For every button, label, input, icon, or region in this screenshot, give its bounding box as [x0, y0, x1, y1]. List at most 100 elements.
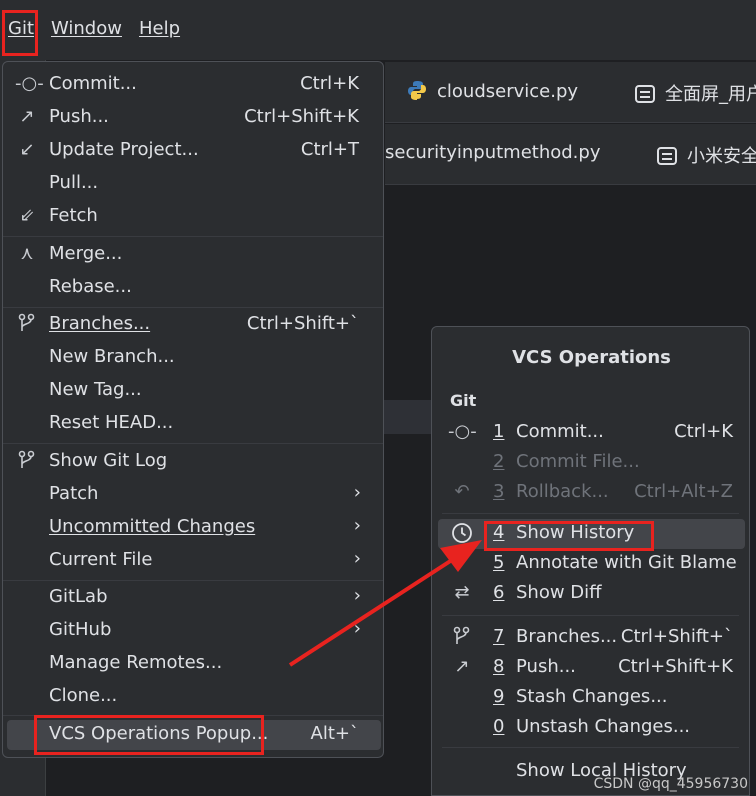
merge-icon: ⋏ — [20, 243, 34, 264]
git-menu-commit-shortcut: Ctrl+K — [300, 73, 359, 94]
git-menu-current-file-label: Current File — [49, 549, 153, 570]
vcs-item-commit[interactable]: -○- 1 Commit... Ctrl+K — [432, 418, 749, 448]
git-menu-clone[interactable]: Clone... — [3, 681, 383, 714]
python-file-icon — [408, 81, 426, 100]
vcs-popup-title: VCS Operations — [512, 347, 671, 368]
git-menu-manage-remotes[interactable]: Manage Remotes... — [3, 648, 383, 681]
git-menu-vcs-operations-popup-shortcut: Alt+` — [310, 723, 359, 744]
tab-securityinputmethod[interactable]: securityinputmethod.py — [385, 142, 600, 163]
vcs-item-shortcut: Ctrl+K — [674, 421, 733, 442]
tab-cloudservice[interactable]: cloudservice.py — [407, 80, 578, 102]
vcs-item-label: Push... — [516, 656, 576, 677]
git-menu-rebase[interactable]: Rebase... — [3, 272, 383, 305]
vcs-item-stash-changes[interactable]: 9 Stash Changes... — [432, 683, 749, 713]
vcs-item-number: 2 — [493, 451, 505, 472]
branch-icon — [448, 626, 476, 651]
editor-tab-row-1: cloudservice.py 全面屏_用户 — [385, 62, 756, 123]
update-arrow-icon: ↙ — [19, 139, 35, 160]
clock-icon — [448, 522, 476, 549]
tab-xiaomi-security-label: 小米安全 — [687, 146, 756, 167]
rollback-icon: ↶ — [454, 481, 470, 502]
diff-arrows-icon: ⇄ — [454, 582, 470, 603]
git-menu-show-git-log[interactable]: Show Git Log — [3, 446, 383, 479]
git-menu-push-label: Push... — [49, 106, 109, 127]
vcs-item-number: 6 — [493, 582, 505, 603]
annotation-box-vcs-popup-item — [34, 715, 264, 755]
chevron-right-icon: › — [353, 515, 361, 536]
git-menu-pull-label: Pull... — [49, 172, 99, 193]
vcs-popup-section-git: Git — [450, 391, 477, 410]
git-menu-push-shortcut: Ctrl+Shift+K — [244, 106, 359, 127]
vcs-item-shortcut: Ctrl+Shift+K — [618, 656, 733, 677]
menu-separator — [442, 513, 739, 514]
vcs-item-commit-file[interactable]: 2 Commit File... — [432, 448, 749, 478]
git-menu-gitlab[interactable]: GitLab › — [3, 582, 383, 615]
git-menu-branches[interactable]: Branches... Ctrl+Shift+` — [3, 309, 383, 342]
branch-icon — [15, 450, 39, 475]
git-menu-github[interactable]: GitHub › — [3, 615, 383, 648]
chevron-right-icon: › — [353, 618, 361, 639]
git-menu-update-project-label: Update Project... — [49, 139, 199, 160]
menu-separator — [3, 236, 383, 237]
vcs-item-show-diff[interactable]: ⇄ 6 Show Diff — [432, 579, 749, 609]
git-menu-fetch[interactable]: ⇙ Fetch — [3, 201, 383, 234]
git-menu-push[interactable]: ↗ Push... Ctrl+Shift+K — [3, 102, 383, 135]
csdn-watermark: CSDN @qq_45956730 — [593, 776, 748, 792]
vcs-item-number: 8 — [493, 656, 505, 677]
vcs-item-number: 1 — [493, 421, 505, 442]
tab-cloudservice-label: cloudservice.py — [437, 81, 579, 102]
menu-separator — [442, 747, 739, 748]
git-menu-branches-shortcut: Ctrl+Shift+` — [246, 313, 359, 334]
push-arrow-icon: ↗ — [19, 106, 35, 127]
menu-separator — [3, 307, 383, 308]
git-menu-new-branch[interactable]: New Branch... — [3, 342, 383, 375]
menu-help[interactable]: Help — [139, 18, 180, 39]
git-menu-commit[interactable]: -○- Commit... Ctrl+K — [3, 69, 383, 102]
vcs-operations-popup: VCS Operations Git -○- 1 Commit... Ctrl+… — [431, 326, 750, 796]
vcs-item-shortcut: Ctrl+Shift+` — [620, 626, 733, 647]
vcs-item-rollback[interactable]: ↶ 3 Rollback... Ctrl+Alt+Z — [432, 478, 749, 508]
menu-window[interactable]: Window — [51, 18, 122, 39]
fetch-icon: ⇙ — [19, 205, 35, 226]
git-menu-patch[interactable]: Patch › — [3, 479, 383, 512]
vcs-item-label: Branches... — [516, 626, 618, 647]
chevron-right-icon: › — [353, 482, 361, 503]
menu-separator — [3, 580, 383, 581]
git-menu-patch-label: Patch — [49, 483, 99, 504]
push-arrow-icon: ↗ — [454, 656, 470, 677]
git-menu-new-tag[interactable]: New Tag... — [3, 375, 383, 408]
git-menu-reset-head[interactable]: Reset HEAD... — [3, 408, 383, 441]
git-menu-branches-label: Branches... — [49, 313, 151, 334]
git-menu-show-git-log-label: Show Git Log — [49, 450, 168, 471]
git-menu-update-project-shortcut: Ctrl+T — [300, 139, 359, 160]
vcs-item-branches[interactable]: 7 Branches... Ctrl+Shift+` — [432, 623, 749, 653]
branch-icon — [15, 313, 39, 338]
git-menu-uncommitted-changes-label: Uncommitted Changes — [49, 516, 256, 537]
vcs-item-number: 5 — [493, 552, 505, 573]
git-menu-current-file[interactable]: Current File › — [3, 545, 383, 578]
chevron-right-icon: › — [353, 548, 361, 569]
vcs-item-number: 0 — [493, 716, 505, 737]
vcs-item-label: Unstash Changes... — [516, 716, 691, 737]
vcs-item-label: Rollback... — [516, 481, 609, 502]
git-menu-reset-head-label: Reset HEAD... — [49, 412, 174, 433]
git-menu-merge-label: Merge... — [49, 243, 123, 264]
annotation-box-git-menu — [2, 10, 38, 56]
vcs-item-annotate[interactable]: 5 Annotate with Git Blame — [432, 549, 749, 579]
vcs-item-label: Commit... — [516, 421, 604, 442]
git-menu-clone-label: Clone... — [49, 685, 118, 706]
git-menu-dropdown: -○- Commit... Ctrl+K ↗ Push... Ctrl+Shif… — [2, 61, 384, 758]
vcs-item-unstash-changes[interactable]: 0 Unstash Changes... — [432, 713, 749, 743]
git-menu-merge[interactable]: ⋏ Merge... — [3, 239, 383, 272]
git-menu-gitlab-label: GitLab — [49, 586, 108, 607]
git-menu-update-project[interactable]: ↙ Update Project... Ctrl+T — [3, 135, 383, 168]
menu-separator — [442, 615, 739, 616]
git-menu-new-tag-label: New Tag... — [49, 379, 142, 400]
vcs-item-label: Stash Changes... — [516, 686, 668, 707]
git-menu-uncommitted-changes[interactable]: Uncommitted Changes › — [3, 512, 383, 545]
tab-fullscreen-user[interactable]: 全面屏_用户 — [635, 80, 756, 106]
tab-xiaomi-security[interactable]: 小米安全 — [657, 142, 756, 168]
git-menu-pull[interactable]: Pull... — [3, 168, 383, 201]
vcs-item-push[interactable]: ↗ 8 Push... Ctrl+Shift+K — [432, 653, 749, 683]
menu-separator — [3, 443, 383, 444]
